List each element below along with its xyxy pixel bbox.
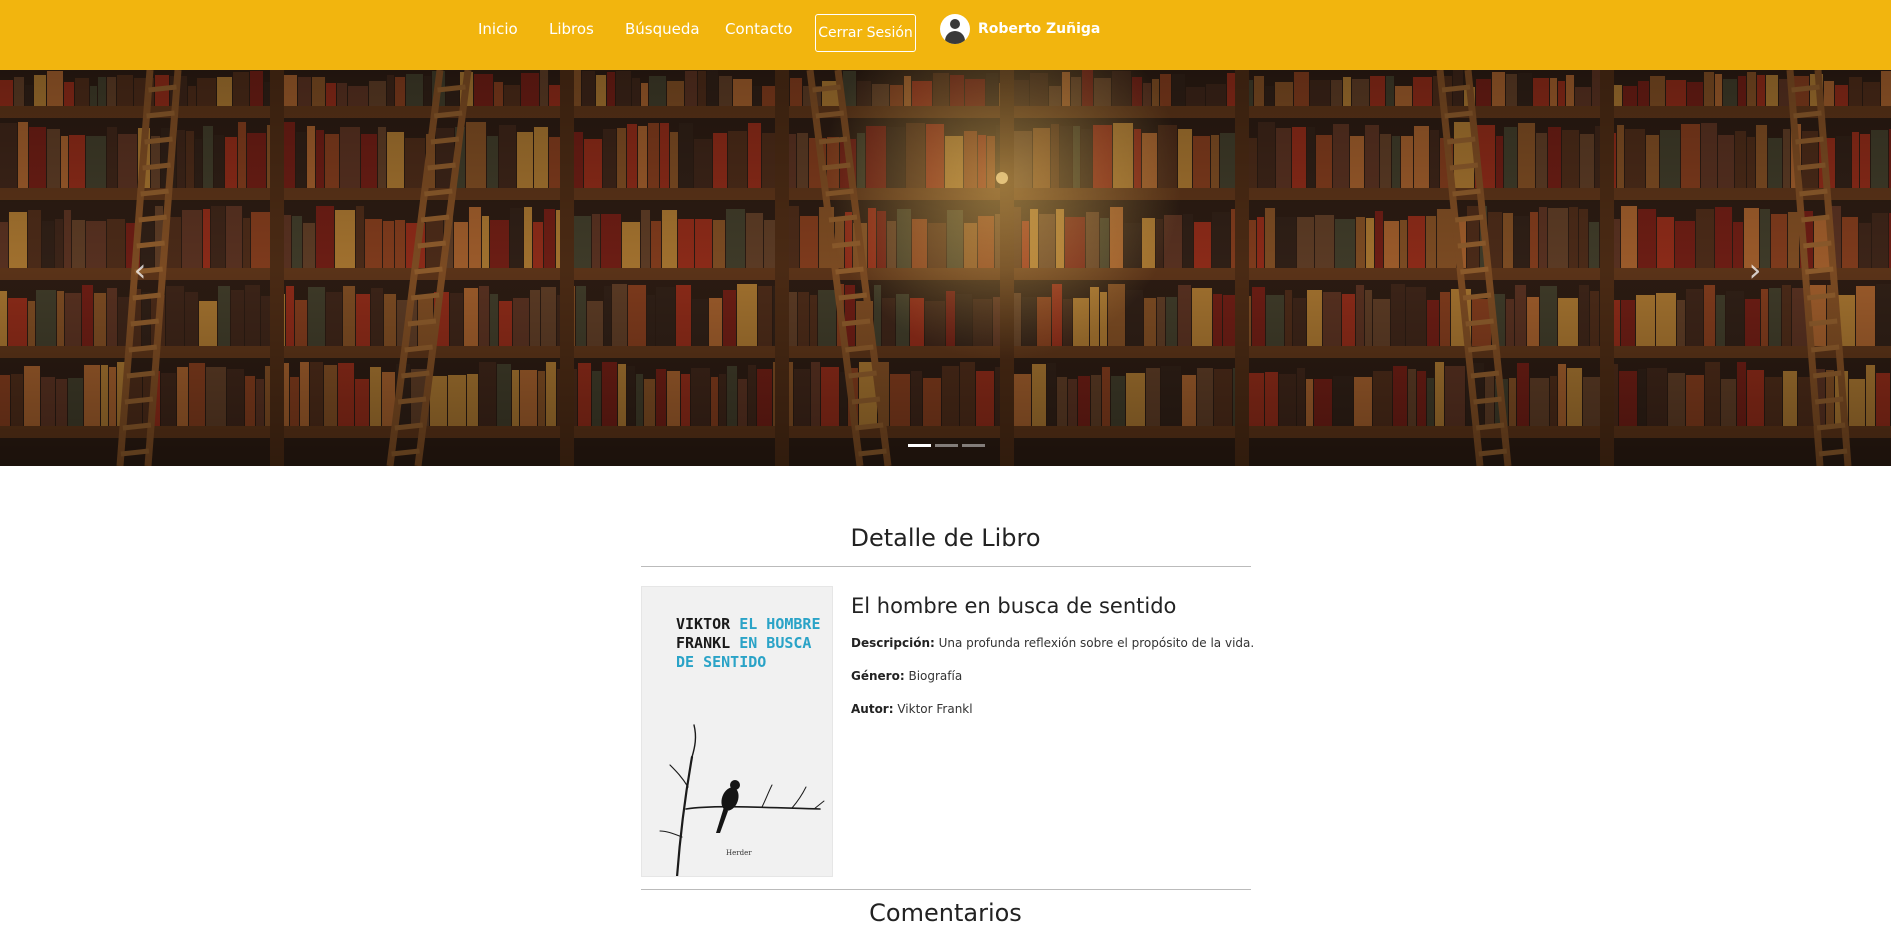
- divider: [641, 889, 1251, 890]
- logout-button[interactable]: Cerrar Sesión: [815, 14, 916, 52]
- book-author: Autor: Viktor Frankl: [851, 702, 973, 716]
- user-name: Roberto Zuñiga: [978, 21, 1101, 37]
- bookshelf-image: [0, 70, 1891, 466]
- author-value: Viktor Frankl: [897, 702, 973, 716]
- user-avatar-icon: [940, 14, 970, 44]
- carousel-indicator-3[interactable]: [962, 444, 985, 447]
- book-description: Descripción: Una profunda reflexión sobr…: [851, 636, 1254, 650]
- carousel-prev-icon[interactable]: ‹: [120, 250, 160, 290]
- genre-label: Género:: [851, 669, 905, 683]
- description-value: Una profunda reflexión sobre el propósit…: [938, 636, 1255, 650]
- nav-link-inicio[interactable]: Inicio: [478, 20, 518, 38]
- nav-link-contacto[interactable]: Contacto: [725, 20, 793, 38]
- section-title-detalle: Detalle de Libro: [850, 524, 1041, 552]
- book-cover-image: VIKTOR EL HOMBRE FRANKL EN BUSCA DE SENT…: [641, 586, 833, 877]
- divider: [641, 566, 1251, 567]
- bird-branch-illustration: [659, 724, 825, 876]
- section-title-comentarios: Comentarios: [869, 899, 1022, 927]
- author-label: Autor:: [851, 702, 894, 716]
- navbar: Inicio Libros Búsqueda Contacto Cerrar S…: [0, 0, 1891, 70]
- book-genre: Género: Biografía: [851, 669, 962, 683]
- carousel-indicators: [908, 444, 985, 447]
- hero-carousel: ‹ ›: [0, 70, 1891, 466]
- genre-value: Biografía: [908, 669, 963, 683]
- book-title: El hombre en busca de sentido: [851, 594, 1177, 618]
- carousel-next-icon[interactable]: ›: [1735, 250, 1775, 290]
- description-label: Descripción:: [851, 636, 935, 650]
- cover-publisher: Herder: [726, 849, 752, 857]
- carousel-indicator-2[interactable]: [935, 444, 958, 447]
- user-menu[interactable]: Roberto Zuñiga: [940, 14, 1100, 44]
- nav-link-libros[interactable]: Libros: [549, 20, 594, 38]
- carousel-indicator-1[interactable]: [908, 444, 931, 447]
- nav-link-busqueda[interactable]: Búsqueda: [625, 20, 700, 38]
